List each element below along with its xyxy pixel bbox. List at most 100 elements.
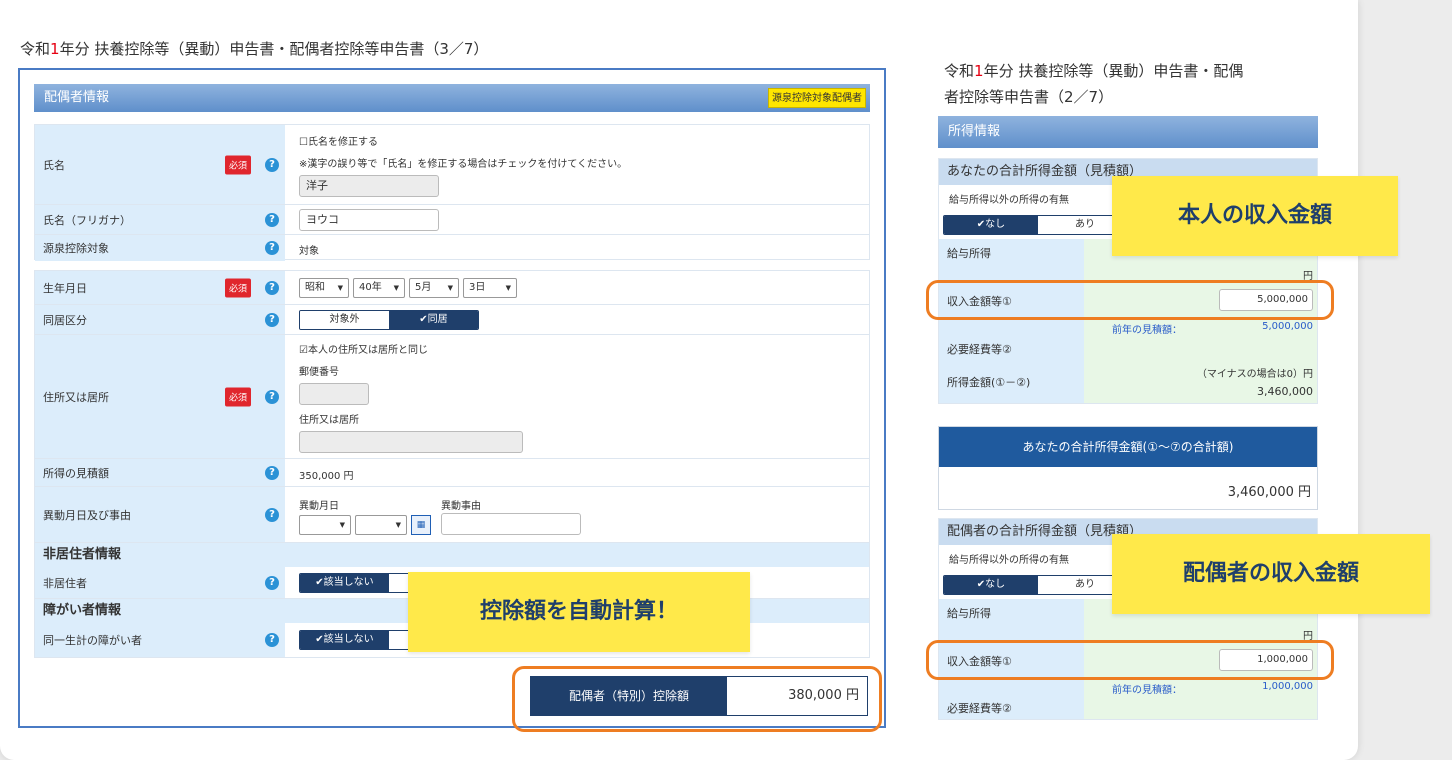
name-input[interactable]: 洋子 — [299, 175, 439, 197]
page-title-left: 令和1年分 扶養控除等（異動）申告書・配偶者控除等申告書（3／7） — [20, 40, 489, 58]
self-other-income-toggle[interactable]: ✔なし あり — [943, 215, 1133, 235]
deduction-highlight — [512, 666, 882, 732]
total-income-banner: あなたの合計所得金額(①～⑦の合計額) — [939, 427, 1317, 467]
help-icon[interactable]: ? — [265, 507, 279, 522]
self-shotoku-label: 所得金額(①－②) — [947, 376, 1031, 389]
change-label: 異動月日及び事由 — [43, 508, 131, 522]
kana-label: 氏名（フリガナ） — [43, 213, 131, 227]
change-date-label: 異動月日 — [299, 501, 339, 512]
spouse-income-highlight — [926, 640, 1334, 680]
required-badge: 必須 — [225, 387, 252, 406]
self-income-callout: 本人の収入金額 — [1112, 176, 1398, 256]
help-icon[interactable]: ? — [265, 280, 279, 295]
change-row: 異動月日及び事由? 異動月日 ▦ 異動事由 — [35, 487, 869, 543]
kana-input[interactable]: ヨウコ — [299, 209, 439, 231]
spouse-expense-label: 必要経費等② — [947, 702, 1012, 715]
spouse-income-callout: 配偶者の収入金額 — [1112, 534, 1430, 614]
gensen-spouse-badge: 源泉控除対象配偶者 — [768, 88, 866, 108]
postal-input[interactable] — [299, 383, 369, 405]
calendar-icon[interactable]: ▦ — [411, 515, 431, 535]
disab-label: 同一生計の障がい者 — [43, 634, 142, 647]
name-row: 氏名 必須? ☐氏名を修正する ※漢字の誤り等で「氏名」を修正する場合はチェックを… — [35, 125, 869, 205]
birth-year-select[interactable]: 40年 — [353, 278, 405, 298]
gensen-row: 源泉控除対象? 対象 — [35, 235, 869, 261]
self-prev-label: 前年の見積額： — [1112, 325, 1182, 336]
page-title-right: 令和1年分 扶養控除等（異動）申告書・配偶 者控除等申告書（2／7） — [944, 62, 1244, 106]
auto-calc-callout: 控除額を自動計算！ — [408, 572, 750, 652]
address-same-checkbox[interactable]: ☑本人の住所又は居所と同じ — [299, 341, 428, 356]
spouse-other-income-label: 給与所得以外の所得の有無 — [949, 555, 1069, 566]
self-income-highlight — [926, 280, 1334, 320]
dokyo-label: 同居区分 — [43, 313, 87, 327]
name-fix-checkbox[interactable]: ☐氏名を修正する — [299, 133, 378, 148]
income-est-value: 350,000 円 — [299, 471, 354, 482]
spouse-prev-label: 前年の見積額： — [1112, 685, 1182, 696]
spouse-other-income-toggle[interactable]: ✔なし あり — [943, 575, 1133, 595]
self-prev-value: 5,000,000 — [1262, 321, 1313, 332]
change-reason-label: 異動事由 — [441, 501, 481, 512]
help-icon[interactable]: ? — [265, 465, 279, 480]
self-other-income-label: 給与所得以外の所得の有無 — [949, 195, 1069, 206]
self-expense-label-cell: 必要経費等② — [939, 337, 1084, 361]
self-expense-cell — [1084, 337, 1317, 361]
spouse-prev-label-cell — [939, 679, 1084, 697]
self-shotoku-value: 3,460,000 — [1257, 385, 1313, 398]
name-label: 氏名 — [43, 158, 65, 172]
nonres-section-title: 非居住者情報 — [35, 543, 869, 567]
nonres-not-applicable[interactable]: ✔該当しない — [300, 574, 389, 592]
help-icon[interactable]: ? — [265, 157, 279, 172]
address-label: 住所又は居所 — [43, 390, 109, 404]
postal-label: 郵便番号 — [299, 367, 339, 378]
self-shotoku-cell: （マイナスの場合は0）円 3,460,000 — [1084, 361, 1317, 403]
kana-row: 氏名（フリガナ）? ヨウコ — [35, 205, 869, 235]
total-income-box: あなたの合計所得金額(①～⑦の合計額) 3,460,000 円 — [938, 426, 1318, 510]
name-fix-note: ※漢字の誤り等で「氏名」を修正する場合はチェックを付けてください。 — [299, 159, 628, 170]
gensen-value: 対象 — [299, 246, 319, 257]
change-month-select[interactable] — [299, 515, 351, 535]
self-salary-label-cell: 給与所得 — [939, 239, 1084, 283]
spouse-salary-label: 給与所得 — [947, 607, 991, 620]
spouse-prev-cell: 前年の見積額： 1,000,000 — [1084, 679, 1317, 697]
spouse-expense-cell — [1084, 697, 1317, 719]
spouse-none-option[interactable]: ✔なし — [944, 576, 1038, 594]
self-salary-label: 給与所得 — [947, 247, 991, 260]
self-none-option[interactable]: ✔なし — [944, 216, 1038, 234]
change-day-select[interactable] — [355, 515, 407, 535]
dokyo-toggle[interactable]: 対象外 ✔同居 — [299, 310, 479, 330]
minus-note: （マイナスの場合は0）円 — [1196, 369, 1313, 380]
dokyo-on-option[interactable]: ✔同居 — [389, 311, 478, 329]
birth-row: 生年月日 必須? 昭和 40年 5月 3日 — [35, 271, 869, 305]
spouse-salary-label-cell: 給与所得 — [939, 599, 1084, 643]
self-prev-label-cell — [939, 319, 1084, 337]
nonres-label: 非居住者 — [43, 576, 87, 590]
dokyo-row: 同居区分? 対象外 ✔同居 — [35, 305, 869, 335]
spouse-prev-value: 1,000,000 — [1262, 681, 1313, 692]
spouse-expense-label-cell: 必要経費等② — [939, 697, 1084, 719]
required-badge: 必須 — [225, 278, 252, 297]
help-icon[interactable]: ? — [265, 312, 279, 327]
dokyo-off-option[interactable]: 対象外 — [300, 311, 389, 329]
self-expense-label: 必要経費等② — [947, 343, 1012, 356]
address-row: 住所又は居所 必須? ☑本人の住所又は居所と同じ 郵便番号 住所又は居所 — [35, 335, 869, 459]
income-est-row: 所得の見積額? 350,000 円 — [35, 459, 869, 487]
self-prev-cell: 前年の見積額： 5,000,000 — [1084, 319, 1317, 337]
birth-era-select[interactable]: 昭和 — [299, 278, 349, 298]
change-reason-input[interactable] — [441, 513, 581, 535]
help-icon[interactable]: ? — [265, 212, 279, 227]
income-est-label: 所得の見積額 — [43, 466, 109, 480]
self-shotoku-label-cell: 所得金額(①－②) — [939, 361, 1084, 403]
help-icon[interactable]: ? — [265, 241, 279, 255]
spouse-info-header-label: 配偶者情報 — [34, 84, 870, 112]
address-input[interactable] — [299, 431, 523, 453]
required-badge: 必須 — [225, 155, 252, 174]
help-icon[interactable]: ? — [265, 389, 279, 404]
spouse-info-header: 配偶者情報 源泉控除対象配偶者 — [34, 84, 870, 112]
birth-month-select[interactable]: 5月 — [409, 278, 459, 298]
birth-label: 生年月日 — [43, 281, 87, 295]
help-icon[interactable]: ? — [265, 633, 279, 647]
gensen-label: 源泉控除対象 — [43, 242, 109, 255]
address-sub-label: 住所又は居所 — [299, 415, 359, 426]
help-icon[interactable]: ? — [265, 575, 279, 590]
birth-day-select[interactable]: 3日 — [463, 278, 517, 298]
disab-not-applicable[interactable]: ✔該当しない — [300, 631, 389, 649]
